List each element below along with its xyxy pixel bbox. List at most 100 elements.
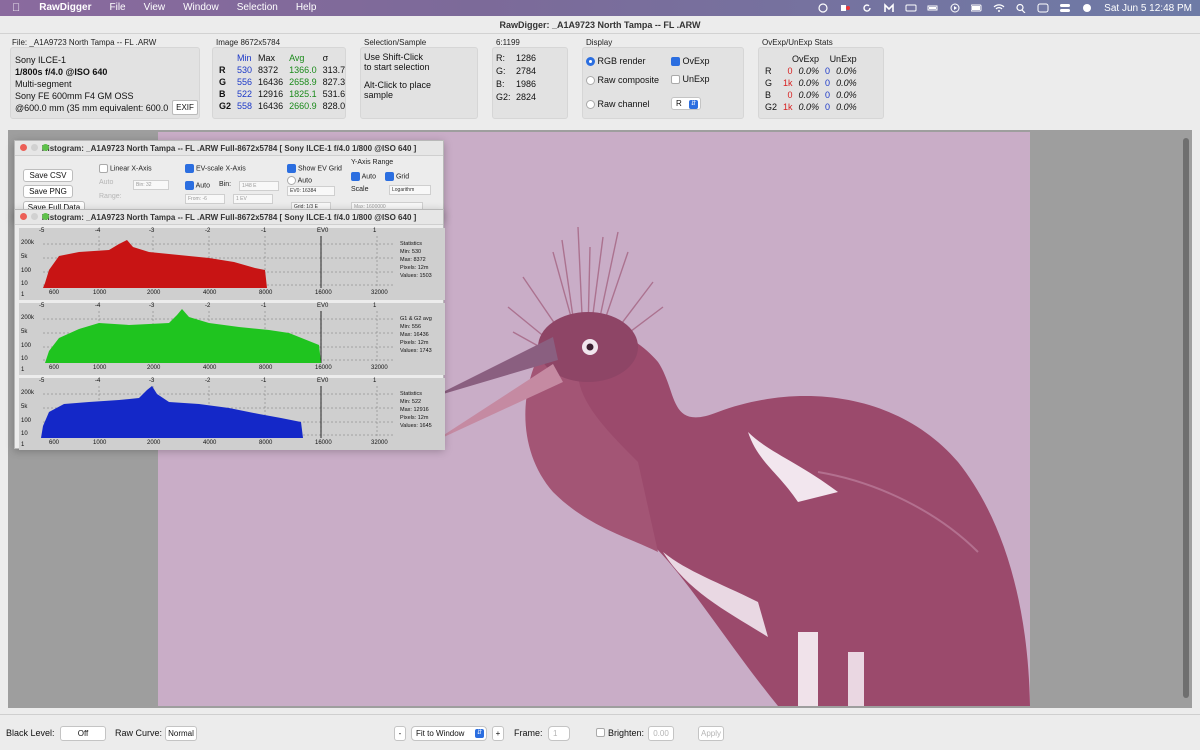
exif-button[interactable]: EXIF bbox=[172, 100, 198, 115]
menu-view[interactable]: View bbox=[135, 0, 175, 16]
siri-icon[interactable] bbox=[1081, 3, 1093, 13]
zoom-in-button[interactable]: + bbox=[492, 726, 504, 741]
unexp-count: 0 bbox=[825, 78, 831, 88]
pixel-panel-label: 6:1199 bbox=[496, 38, 520, 47]
selection-hint-2: to start selection bbox=[364, 62, 430, 72]
linear-x-axis-toggle[interactable]: Linear X-Axis bbox=[99, 164, 152, 173]
malwarebytes-icon[interactable] bbox=[883, 3, 895, 13]
menu-help[interactable]: Help bbox=[287, 0, 326, 16]
checkbox-checked-icon[interactable] bbox=[185, 181, 194, 190]
x-tick-label: 32000 bbox=[371, 440, 388, 446]
linear-auto-toggle[interactable]: Auto bbox=[99, 179, 113, 186]
ev-tick-label: -5 bbox=[39, 303, 45, 309]
wifi-icon[interactable] bbox=[993, 3, 1005, 13]
ovexp-count: 0 bbox=[787, 66, 793, 76]
unexp-percent: 0.0% bbox=[836, 90, 857, 100]
linear-auto-label: Auto bbox=[99, 179, 114, 186]
search-icon[interactable] bbox=[1015, 3, 1027, 13]
unexp-toggle[interactable]: UnExp bbox=[671, 74, 710, 85]
menu-file[interactable]: File bbox=[100, 0, 134, 16]
recording-icon[interactable] bbox=[839, 3, 851, 13]
radio-selected-icon[interactable] bbox=[586, 57, 595, 67]
linear-bin-field[interactable]: Bin: 32 bbox=[133, 180, 169, 190]
ev-to-field[interactable]: 1 EV bbox=[233, 194, 273, 204]
checkbox-icon[interactable] bbox=[596, 728, 605, 738]
cloud-sync-icon[interactable] bbox=[817, 3, 829, 13]
apply-button[interactable]: Apply bbox=[698, 726, 724, 741]
unexp-count: 0 bbox=[825, 66, 831, 76]
y-auto-toggle[interactable]: Auto bbox=[351, 172, 376, 181]
checkbox-icon[interactable] bbox=[671, 75, 680, 85]
menu-clock[interactable]: Sat Jun 5 12:48 PM bbox=[1098, 3, 1200, 14]
frame-label: Frame: bbox=[514, 728, 543, 738]
save-csv-button[interactable]: Save CSV bbox=[23, 169, 73, 182]
ev-tick-label: -3 bbox=[149, 378, 155, 384]
x-tick-label: 1000 bbox=[93, 440, 107, 446]
refresh-icon[interactable] bbox=[861, 3, 873, 13]
ev-tick-label: -1 bbox=[261, 378, 267, 384]
brighten-value-field[interactable]: 0.00 bbox=[648, 726, 674, 741]
image-stats-panel: Min Max Avg σ R 530 8372 1366.0 313.7 G … bbox=[212, 47, 346, 119]
ev-scale-toggle[interactable]: EV-scale X-Axis bbox=[185, 164, 246, 173]
zoom-select[interactable]: Fit to Window ⇵ bbox=[411, 726, 487, 741]
radio-icon[interactable] bbox=[586, 76, 595, 86]
menu-window[interactable]: Window bbox=[174, 0, 228, 16]
user-icon[interactable] bbox=[1037, 3, 1049, 13]
menu-bar:  RawDigger File View Window Selection H… bbox=[0, 0, 1200, 16]
black-level-button[interactable]: Off bbox=[60, 726, 106, 741]
ev-auto-toggle[interactable]: Auto bbox=[185, 181, 210, 190]
row-sigma: 531.6 bbox=[322, 89, 346, 99]
radio-icon[interactable] bbox=[287, 176, 296, 185]
menu-app-name[interactable]: RawDigger bbox=[30, 0, 100, 16]
apple-menu-icon[interactable]:  bbox=[0, 0, 30, 16]
ev-bin-field[interactable]: 1/48 E bbox=[239, 181, 279, 191]
show-ev-grid-toggle[interactable]: Show EV Grid bbox=[287, 164, 342, 173]
minimize-icon[interactable] bbox=[31, 213, 38, 220]
raw-composite-option[interactable]: Raw composite bbox=[586, 75, 659, 86]
ev-from-field[interactable]: From: -6 bbox=[185, 194, 225, 204]
ev-tick-label: -1 bbox=[261, 303, 267, 309]
zoom-out-button[interactable]: - bbox=[394, 726, 406, 741]
save-png-button[interactable]: Save PNG bbox=[23, 185, 73, 198]
control-center-icon[interactable] bbox=[1059, 3, 1071, 13]
ovexp-toggle[interactable]: OvExp bbox=[671, 56, 710, 67]
checkbox-checked-icon[interactable] bbox=[185, 164, 194, 173]
raw-curve-field[interactable]: Normal bbox=[165, 726, 197, 741]
brighten-toggle[interactable] bbox=[596, 727, 605, 738]
stats-pixels: Pixels: 12m bbox=[400, 415, 429, 421]
checkbox-checked-icon[interactable] bbox=[385, 172, 394, 181]
close-icon[interactable] bbox=[20, 213, 27, 220]
vertical-scrollbar[interactable] bbox=[1183, 138, 1189, 698]
raw-channel-option[interactable]: Raw channel bbox=[586, 99, 650, 110]
zoom-icon[interactable] bbox=[42, 213, 49, 220]
checkbox-checked-icon[interactable] bbox=[351, 172, 360, 181]
zoom-icon[interactable] bbox=[42, 144, 49, 151]
menu-selection[interactable]: Selection bbox=[228, 0, 287, 16]
pixel-channel: G2: bbox=[496, 92, 511, 102]
row-sigma: 313.7 bbox=[322, 65, 346, 75]
radio-icon[interactable] bbox=[586, 100, 595, 110]
row-channel: G2 bbox=[219, 101, 232, 111]
ev-tick-label: -5 bbox=[39, 378, 45, 384]
frame-select[interactable]: 1 bbox=[548, 726, 570, 741]
col-unexp: UnExp bbox=[829, 54, 857, 64]
table-row: B 522 12916 1825.1 531.6 bbox=[217, 89, 347, 99]
raw-channel-select[interactable]: R ⇵ bbox=[671, 97, 701, 110]
ev-tick-label: -2 bbox=[205, 228, 211, 234]
minimize-icon[interactable] bbox=[31, 144, 38, 151]
checkbox-checked-icon[interactable] bbox=[287, 164, 296, 173]
y-grid-toggle[interactable]: Grid bbox=[385, 172, 409, 181]
rgb-render-option[interactable]: RGB render bbox=[586, 56, 646, 67]
table-row: R 0 0.0% 0 0.0% bbox=[763, 66, 859, 76]
checkbox-icon[interactable] bbox=[99, 164, 108, 173]
battery-icon[interactable] bbox=[927, 3, 939, 13]
scale-select[interactable]: Logarithm bbox=[389, 185, 431, 195]
ev-grid-auto-toggle[interactable]: Auto bbox=[287, 176, 312, 185]
checkbox-checked-icon[interactable] bbox=[671, 57, 680, 67]
x-tick-label: 600 bbox=[49, 365, 60, 371]
keyboard-icon[interactable] bbox=[905, 3, 917, 13]
play-icon[interactable] bbox=[949, 3, 961, 13]
ev0-field[interactable]: EV0: 16384 bbox=[287, 186, 335, 196]
battery-status-icon[interactable] bbox=[971, 3, 983, 13]
close-icon[interactable] bbox=[20, 144, 27, 151]
